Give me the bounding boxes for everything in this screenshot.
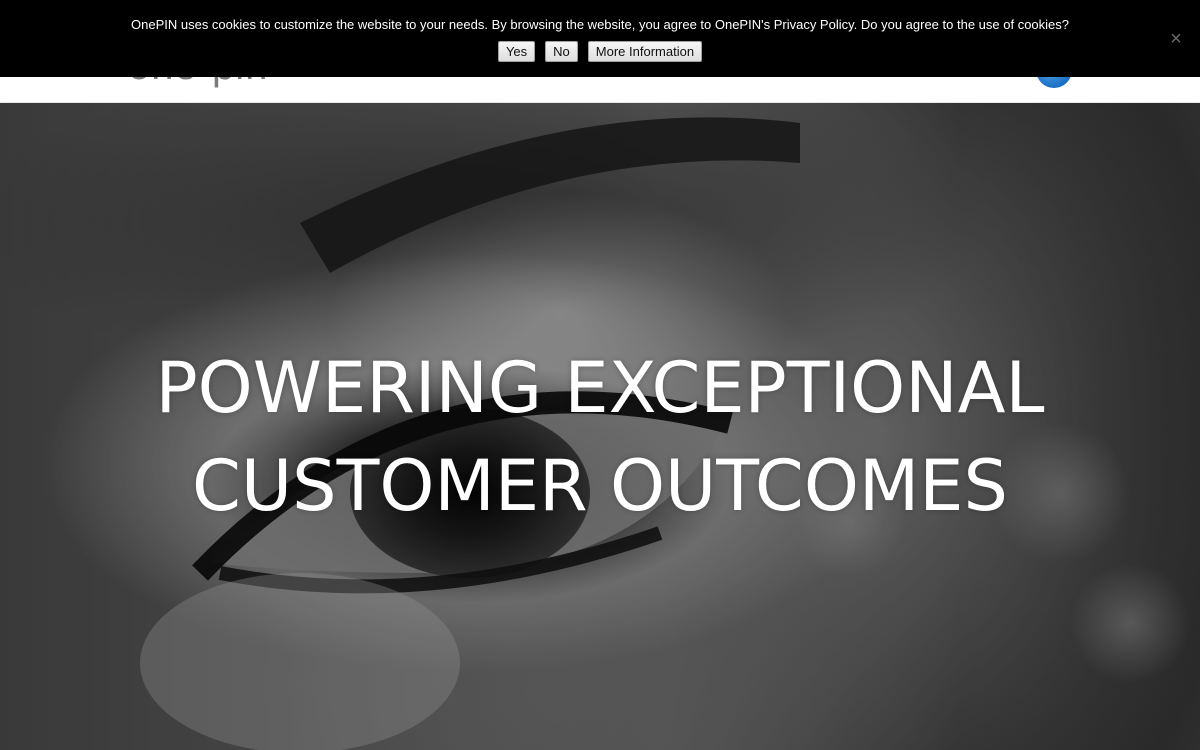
cookie-consent-bar: OnePIN uses cookies to customize the web… xyxy=(0,0,1200,77)
hero-title: POWERING EXCEPTIONAL CUSTOMER OUTCOMES xyxy=(100,339,1100,535)
cookie-yes-button[interactable]: Yes xyxy=(497,41,536,62)
hero-title-line-1: POWERING EXCEPTIONAL xyxy=(155,347,1045,429)
hero-title-line-2: CUSTOMER OUTCOMES xyxy=(192,445,1008,527)
cookie-more-info-button[interactable]: More Information xyxy=(587,41,703,62)
close-icon[interactable]: × xyxy=(1166,28,1186,50)
hero-banner: POWERING EXCEPTIONAL CUSTOMER OUTCOMES xyxy=(0,103,1200,750)
cookie-message: OnePIN uses cookies to customize the web… xyxy=(131,17,1069,32)
cookie-no-button[interactable]: No xyxy=(545,41,578,62)
cookie-button-group: Yes No More Information xyxy=(0,41,1200,62)
